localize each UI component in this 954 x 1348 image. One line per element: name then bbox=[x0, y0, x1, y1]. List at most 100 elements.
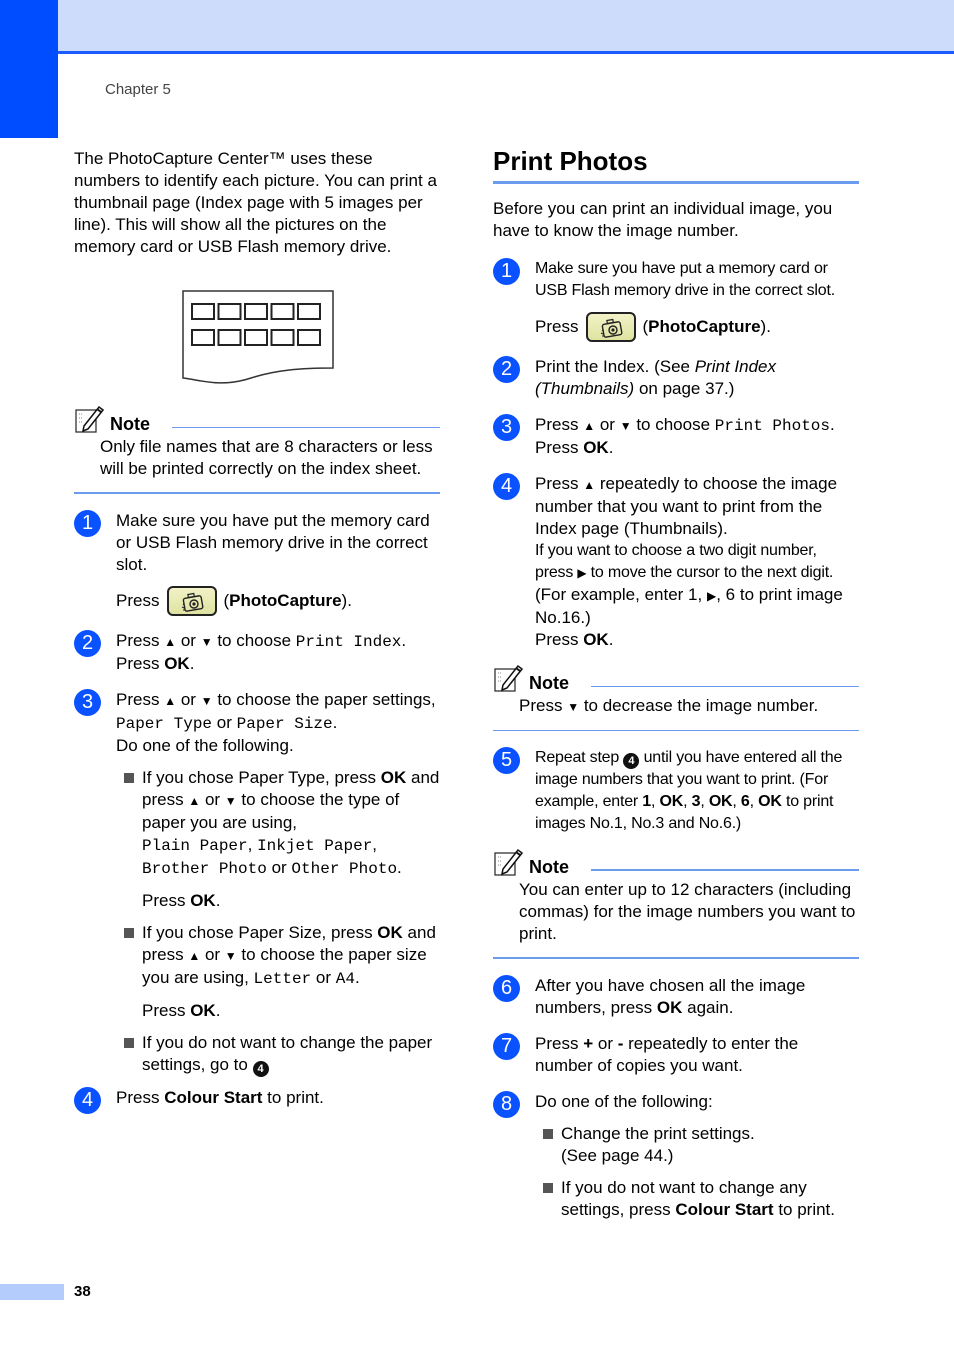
step-text: Press ▲ or ▼ to choose the paper setting… bbox=[116, 690, 436, 755]
down-arrow-icon: ▼ bbox=[200, 635, 213, 649]
note-box: Note Press ▼ to decrease the image numbe… bbox=[493, 663, 859, 731]
bullet-item: If you do not want to change the paper s… bbox=[116, 1032, 440, 1077]
step-text: Press ▲ or ▼ to choose Print Index. Pres… bbox=[116, 631, 407, 673]
photocapture-label: PhotoCapture bbox=[648, 317, 761, 336]
step-reference-badge[interactable]: 4 bbox=[252, 1061, 269, 1077]
bullet-item: If you do not want to change any setting… bbox=[535, 1177, 859, 1221]
note-title: Note bbox=[110, 414, 150, 434]
step-number-badge: 3 bbox=[493, 414, 520, 441]
header-rule bbox=[58, 51, 954, 54]
step-number-badge: 1 bbox=[74, 510, 101, 537]
section-intro: Before you can print an individual image… bbox=[493, 199, 833, 240]
left-step-4: 4 Press Colour Start to print. bbox=[74, 1087, 440, 1114]
note-body: You can enter up to 12 characters (inclu… bbox=[519, 880, 856, 943]
colour-start-key: Colour Start bbox=[164, 1088, 263, 1107]
right-arrow-icon: ▶ bbox=[577, 566, 587, 580]
step-number-badge: 2 bbox=[493, 356, 520, 383]
down-arrow-icon: ▼ bbox=[224, 949, 237, 963]
intro-paragraph: The PhotoCapture Center™ uses these numb… bbox=[74, 149, 437, 256]
right-step-8: 8 Do one of the following: Change the pr… bbox=[493, 1091, 859, 1221]
step-number-badge: 8 bbox=[493, 1091, 520, 1118]
up-arrow-icon: ▲ bbox=[164, 694, 177, 708]
step-text: Press + or - repeatedly to enter the num… bbox=[535, 1034, 799, 1075]
step-text: Do one of the following: bbox=[535, 1092, 713, 1111]
step-reference-badge[interactable]: 4 bbox=[623, 753, 640, 769]
step-text: Press ▲ repeatedly to choose the image n… bbox=[535, 474, 838, 538]
right-step-2: 2 Print the Index. (See Print Index (Thu… bbox=[493, 356, 859, 400]
step-number-badge: 5 bbox=[493, 747, 520, 774]
down-arrow-icon: ▼ bbox=[567, 700, 580, 714]
photocapture-button[interactable] bbox=[586, 312, 637, 342]
menu-option: Print Index bbox=[295, 633, 402, 651]
note-body: Press ▼ to decrease the image number. bbox=[519, 696, 819, 715]
step-number-badge: 3 bbox=[74, 689, 101, 716]
down-arrow-icon: ▼ bbox=[200, 694, 213, 708]
step-text: After you have chosen all the image numb… bbox=[535, 976, 806, 1017]
camera-icon bbox=[601, 318, 623, 338]
step-number-badge: 4 bbox=[74, 1087, 101, 1114]
note-rule bbox=[591, 686, 859, 687]
step-number-badge: 6 bbox=[493, 975, 520, 1002]
plus-key: + bbox=[583, 1034, 594, 1053]
step-number-badge: 4 bbox=[493, 473, 520, 500]
chapter-side-tab bbox=[0, 0, 58, 138]
note-pencil-icon bbox=[494, 848, 523, 876]
right-step-5: 5 Repeat step 4 until you have entered a… bbox=[493, 747, 859, 835]
step-text: Make sure you have put a memory card or … bbox=[535, 260, 835, 299]
right-step-6: 6 After you have chosen all the image nu… bbox=[493, 975, 859, 1019]
right-column: Print Photos Before you can print an ind… bbox=[493, 145, 859, 1231]
photocapture-label: PhotoCapture bbox=[229, 591, 342, 610]
note-divider bbox=[493, 957, 859, 959]
step-text: Repeat step 4 until you have entered all… bbox=[535, 749, 843, 832]
note-box: Note Only file names that are 8 characte… bbox=[74, 404, 440, 494]
header-band bbox=[0, 0, 954, 52]
step-number-badge: 2 bbox=[74, 630, 101, 657]
press-label: Press bbox=[116, 591, 160, 610]
section-title: Print Photos bbox=[493, 146, 648, 176]
ok-key: OK bbox=[164, 654, 190, 673]
left-step-1: 1 Make sure you have put the memory card… bbox=[74, 510, 440, 616]
note-rule bbox=[591, 869, 859, 871]
left-step-3: 3 Press ▲ or ▼ to choose the paper setti… bbox=[74, 689, 440, 1077]
bullet-item: If you chose Paper Type, press OK and pr… bbox=[116, 767, 440, 912]
step-text: Make sure you have put the memory card o… bbox=[116, 511, 430, 574]
step-number-badge: 7 bbox=[493, 1033, 520, 1060]
right-step-7: 7 Press + or - repeatedly to enter the n… bbox=[493, 1033, 859, 1077]
step-text: Print the Index. (See Print Index (Thumb… bbox=[535, 357, 776, 398]
minus-key: - bbox=[617, 1034, 624, 1053]
index-page-illustration bbox=[182, 290, 334, 384]
note-title: Note bbox=[529, 673, 569, 693]
note-divider bbox=[493, 730, 859, 731]
note-pencil-icon bbox=[75, 405, 104, 433]
up-arrow-icon: ▲ bbox=[583, 419, 596, 433]
bullet-item: If you chose Paper Size, press OK and pr… bbox=[116, 922, 440, 1022]
right-step-1: 1 Make sure you have put a memory card o… bbox=[493, 258, 859, 342]
right-step-3: 3 Press ▲ or ▼ to choose Print Photos. P… bbox=[493, 414, 859, 459]
note-box: Note You can enter up to 12 characters (… bbox=[493, 847, 859, 959]
menu-option: Paper Size bbox=[236, 715, 333, 733]
left-step-2: 2 Press ▲ or ▼ to choose Print Index. Pr… bbox=[74, 630, 440, 675]
note-rule bbox=[172, 427, 440, 428]
up-arrow-icon: ▲ bbox=[164, 635, 177, 649]
camera-icon bbox=[182, 592, 204, 612]
press-label: Press bbox=[535, 317, 579, 336]
right-arrow-icon: ▶ bbox=[706, 589, 717, 603]
bullet-item: Change the print settings. (See page 44.) bbox=[535, 1123, 859, 1167]
bullet-list: Change the print settings. (See page 44.)… bbox=[535, 1123, 859, 1221]
step-text: Press ▲ or ▼ to choose Print Photos. Pre… bbox=[535, 415, 835, 457]
note-divider bbox=[74, 492, 440, 494]
footer-tab bbox=[0, 1284, 64, 1300]
up-arrow-icon: ▲ bbox=[188, 949, 201, 963]
photocapture-button[interactable] bbox=[167, 586, 218, 616]
section-rule bbox=[493, 181, 859, 184]
down-arrow-icon: ▼ bbox=[224, 794, 237, 808]
menu-option: Paper Type bbox=[116, 715, 213, 733]
step-number-badge: 1 bbox=[493, 258, 520, 285]
right-step-4: 4 Press ▲ repeatedly to choose the image… bbox=[493, 473, 859, 651]
chapter-label: Chapter 5 bbox=[105, 81, 171, 98]
page-number: 38 bbox=[74, 1283, 91, 1300]
note-title: Note bbox=[529, 857, 569, 877]
step-text: Press Colour Start to print. bbox=[116, 1088, 324, 1107]
bullet-list: If you chose Paper Type, press OK and pr… bbox=[116, 767, 440, 1077]
note-body: Only file names that are 8 characters or… bbox=[100, 437, 433, 478]
